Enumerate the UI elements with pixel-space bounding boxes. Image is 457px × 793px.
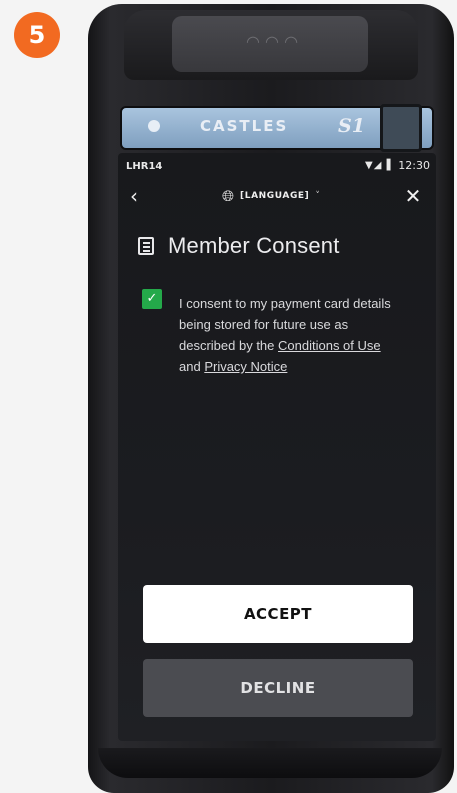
consent-text-and: and [179,359,205,374]
brand-name: CASTLES [200,117,289,135]
decline-button[interactable]: DECLINE [143,659,413,717]
signal-battery-icon: ▼◢ ▌ [365,160,396,171]
chevron-down-icon: ˅ [315,191,320,201]
language-selector[interactable]: 🌐︎ [LANGUAGE] ˅ [222,187,320,205]
device-model: S1 [338,115,365,137]
close-icon[interactable]: ✕ [402,185,424,207]
clock: 12:30 [398,159,430,172]
status-indicators: ▼◢ ▌ 12:30 [365,159,430,172]
consent-checkbox[interactable]: ✓ [142,289,162,309]
consent-text: I consent to my payment card details bei… [179,293,397,377]
back-chevron-icon[interactable]: ‹ [130,185,150,207]
accept-button[interactable]: ACCEPT [143,585,413,643]
title-row: Member Consent [138,233,340,259]
page-title: Member Consent [168,233,340,258]
nav-bar: ‹ 🌐︎ [LANGUAGE] ˅ ✕ [118,183,436,209]
device-base [98,748,442,778]
indicator-light [148,120,160,132]
carrier-label: LHR14 [126,161,163,172]
document-icon [138,237,154,255]
terminal-screen: LHR14 ▼◢ ▌ 12:30 ‹ 🌐︎ [LANGUAGE] ˅ ✕ Mem… [118,153,436,741]
globe-icon: 🌐︎ [222,187,235,205]
contactless-icon: ◠ ◠ ◠ [245,32,299,51]
conditions-of-use-link[interactable]: Conditions of Use [278,338,381,353]
privacy-notice-link[interactable]: Privacy Notice [204,359,287,374]
scanner-window [380,104,422,152]
status-bar: LHR14 ▼◢ ▌ 12:30 [118,159,436,177]
language-label: [LANGUAGE] [240,191,310,201]
step-number-badge: 5 [14,12,60,58]
